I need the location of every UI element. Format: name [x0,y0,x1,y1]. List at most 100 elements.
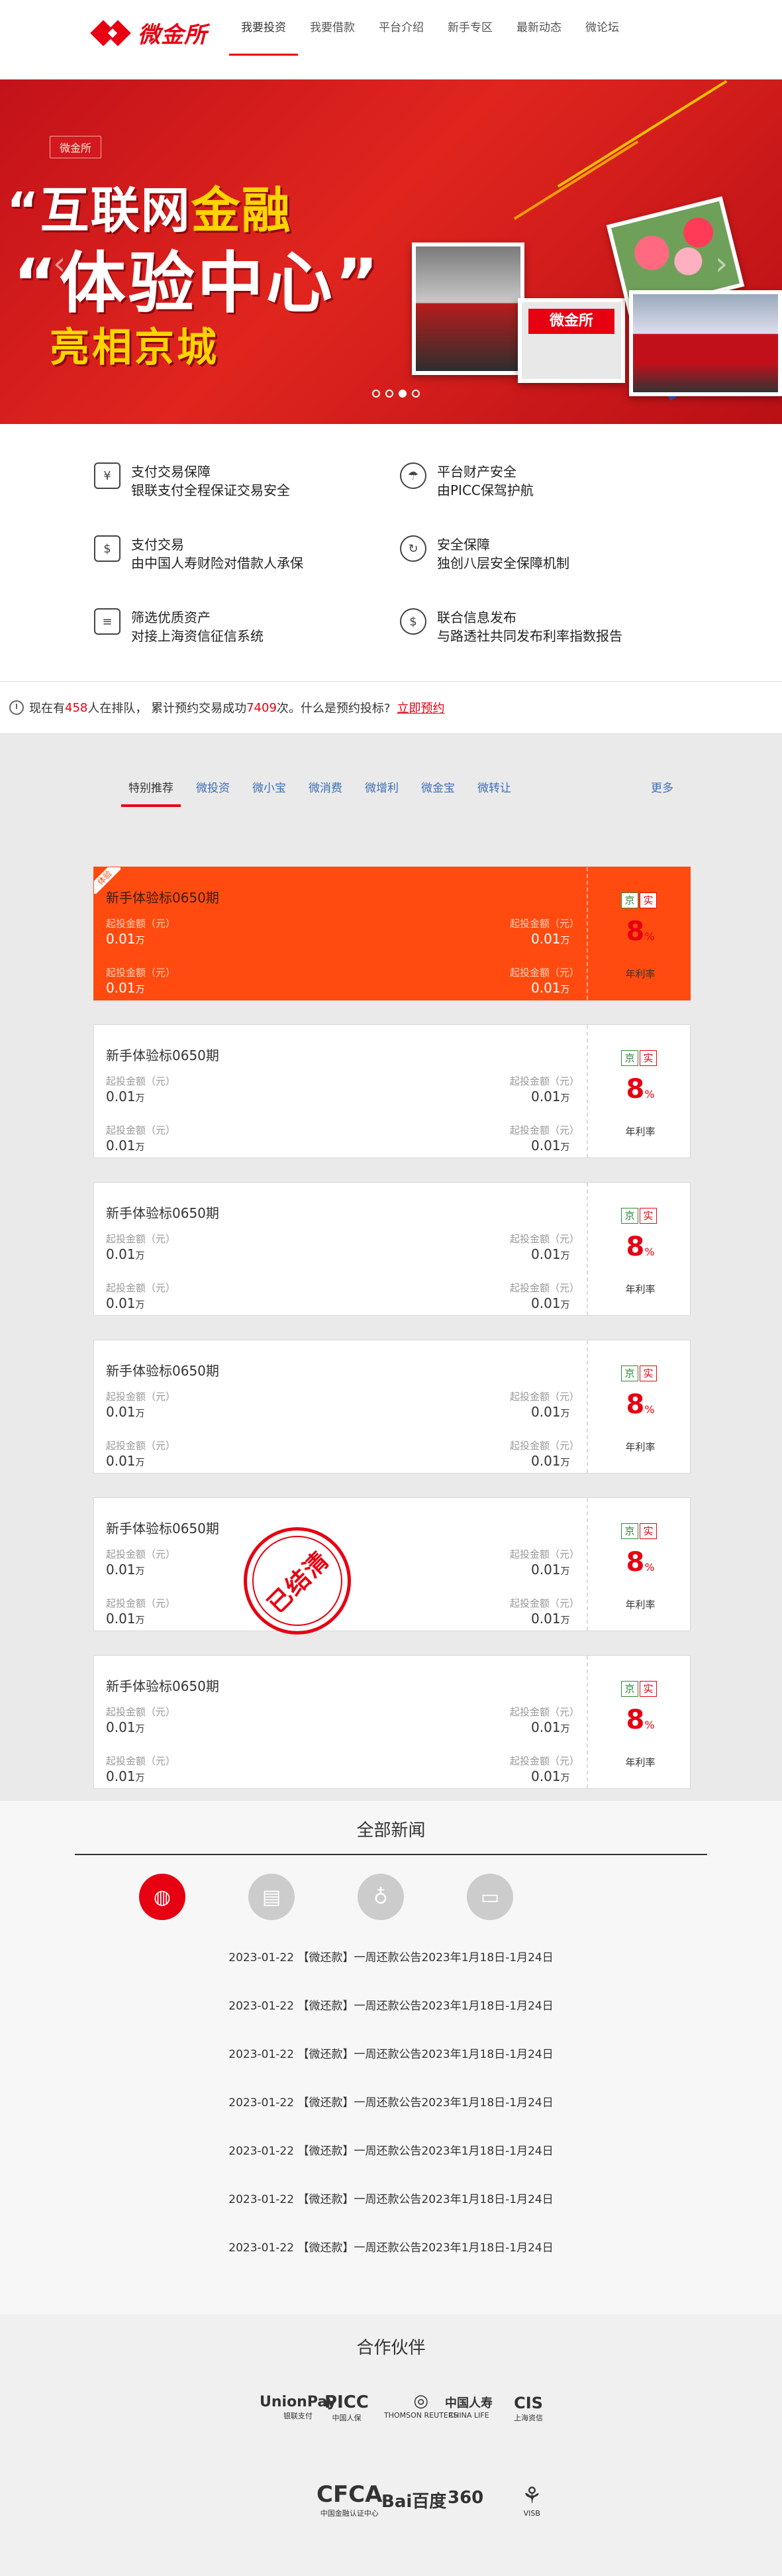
more-link[interactable]: 更多 [651,775,673,802]
product-title: 新手体验标0650期 [106,890,219,906]
globe-icon[interactable]: ◍ [139,1874,185,1920]
min-amount-label: 起投金额（元） [106,1075,176,1087]
feature-desc: 由PICC保驾护航 [437,482,534,498]
newspaper-icon[interactable]: ▤ [248,1874,295,1920]
min-amount-label: 起投金额（元） [106,1548,176,1560]
product-card-main: 新手体验标0650期 起投金额（元） 0.01万 起投金额（元） 0.01万 起投金额（元… [94,1340,588,1473]
news-item[interactable]: 2023-01-22 【微还款】一周还款公告2023年1月18日-1月24日 [0,1948,782,1964]
tab-3[interactable]: 微消费 [301,775,350,807]
annual-rate-label: 年利率 [625,1756,656,1768]
min-amount-number: 0.01 [106,1295,136,1311]
feature-text: 支付交易保障 银联支付全程保证交易安全 [131,462,290,500]
product-card[interactable]: 新手体验标0650期 起投金额（元） 0.01万 起投金额（元） 0.01万 起投金额（元… [93,1655,691,1789]
annual-rate-value: 8 [626,916,645,947]
product-card[interactable]: 体验 新手体验标0650期 起投金额（元） 0.01万 起投金额（元） 0.01万 起投金额… [93,867,691,1000]
min-amount-unit: 万 [135,936,145,946]
tab-4[interactable]: 微增利 [358,775,406,807]
annual-rate-unit: % [644,1719,655,1731]
tab-5[interactable]: 微金宝 [414,775,462,807]
reserve-now-link[interactable]: 立即预约 [397,699,444,716]
microphone-icon-glyph: ♁ [373,1885,388,1909]
min-amount-label: 起投金额（元） [106,1124,176,1136]
tab-6[interactable]: 微转让 [470,775,518,807]
info-dollar-icon: $ [400,608,426,635]
nav-item-2[interactable]: 平台介绍 [367,0,436,56]
annual-rate-unit: % [644,930,655,943]
tab-2[interactable]: 微小宝 [245,775,293,807]
min-amount-unit: 万 [560,1566,570,1577]
min-amount-unit: 万 [135,1409,145,1419]
min-amount-number: 0.01 [531,1404,561,1420]
banner-prev-arrow[interactable]: ‹ [53,245,66,282]
product-card[interactable]: 新手体验标0650期 起投金额（元） 0.01万 起投金额（元） 0.01万 起投金额（元… [93,1340,691,1474]
partners-section: 合作伙伴 UnionPay 银联支付 PICC 中国人保 ◎ THOMSON REUTER… [0,2314,782,2576]
queue-bar: 现在有 458 人在排队， 累计预约交易成功 7409 次。什么是预约投标? 立… [0,681,782,734]
tab-0[interactable]: 特别推荐 [121,775,181,807]
annual-rate: 8% [591,1547,690,1578]
settled-stamp: 已结清 [244,1527,351,1635]
news-title: 全部新闻 [356,1821,426,1841]
partner-logo-sub: 中国金融认证中心 [320,2509,379,2518]
min-amount-value: 0.01万 [106,1768,145,1784]
min-amount-label: 起投金额（元） [106,1706,176,1718]
partner-logo[interactable]: PICC 中国人保 [324,2392,369,2423]
nav-item-3[interactable]: 新手专区 [436,0,505,56]
news-item[interactable]: 2023-01-22 【微还款】一周还款公告2023年1月18日-1月24日 [0,2045,782,2061]
min-amount-value: 0.01万 [106,1719,145,1735]
annual-rate-value: 8 [626,1074,645,1104]
min-amount-value: 0.01万 [106,1246,145,1262]
nav-item-4[interactable]: 最新动态 [505,0,573,56]
nav-item-5[interactable]: 微论坛 [573,0,631,56]
nav-item-1[interactable]: 我要借款 [298,0,367,56]
news-text: 【微还款】一周还款公告2023年1月18日-1月24日 [297,2241,554,2255]
news-item[interactable]: 2023-01-22 【微还款】一周还款公告2023年1月18日-1月24日 [0,2238,782,2255]
news-item[interactable]: 2023-01-22 【微还款】一周还款公告2023年1月18日-1月24日 [0,1996,782,2013]
banner-dot-3[interactable] [412,390,420,398]
partner-logo[interactable]: ⚘ VISB [522,2483,542,2518]
annual-rate-unit: % [644,1403,655,1416]
min-amount-value: 0.01万 [531,931,570,947]
nav-item-0[interactable]: 我要投资 [229,0,298,56]
product-card[interactable]: 新手体验标0650期 起投金额（元） 0.01万 起投金额（元） 0.01万 起投金额（元… [93,1024,691,1158]
monitor-icon[interactable]: ▭ [467,1874,513,1920]
news-item[interactable]: 2023-01-22 【微还款】一周还款公告2023年1月18日-1月24日 [0,2093,782,2110]
partner-logo[interactable]: Bai百度 [381,2488,446,2512]
news-item[interactable]: 2023-01-22 【微还款】一周还款公告2023年1月18日-1月24日 [0,2190,782,2206]
microphone-icon[interactable]: ♁ [358,1874,404,1920]
product-card[interactable]: 新手体验标0650期 起投金额（元） 0.01万 起投金额（元） 0.01万 起投金额（元… [93,1182,691,1316]
banner-signboard-logo: 微金所 [528,309,614,334]
tab-1[interactable]: 微投资 [189,775,237,807]
min-amount-value: 0.01万 [531,1719,570,1735]
banner-dot-2[interactable] [399,390,407,398]
tag-shi: 实 [640,1208,657,1224]
news-item[interactable]: 2023-01-22 【微还款】一周还款公告2023年1月18日-1月24日 [0,2141,782,2158]
tag-jing: 京 [621,1681,638,1697]
hero-banner[interactable]: 微金所 “互联网金融 “体验中心” 亮相京城 微金所 ‹ › [0,80,782,424]
product-card-main: 新手体验标0650期 起投金额（元） 0.01万 起投金额（元） 0.01万 起投金额（元… [94,1498,588,1635]
min-amount-number: 0.01 [531,1562,561,1578]
min-amount-label: 起投金额（元） [510,1755,580,1767]
logo-mark-icon [90,19,131,48]
site-logo[interactable]: 微金所 [90,17,207,49]
news-date: 2023-01-22 [228,2241,295,2255]
min-amount-unit: 万 [135,1300,145,1311]
product-card[interactable]: 新手体验标0650期 起投金额（元） 0.01万 起投金额（元） 0.01万 起投金额（元… [93,1497,691,1635]
annual-rate: 8% [591,916,690,947]
min-amount-label: 起投金额（元） [510,967,580,979]
queue-success-count: 7409 [246,700,277,715]
banner-dot-1[interactable] [385,390,393,398]
min-amount-label: 起投金额（元） [510,1440,580,1452]
partner-logo-name: 360 [448,2488,484,2508]
umbrella-icon: ☂ [400,462,426,489]
feature-text: 筛选优质资产 对接上海资信征信系统 [131,608,264,645]
banner-next-arrow[interactable]: › [715,245,728,282]
newspaper-icon-glyph: ▤ [262,1885,281,1909]
partner-logo[interactable]: 360 [448,2488,483,2508]
partner-logo[interactable]: CFCA 中国金融认证中心 [317,2481,382,2518]
banner-dot-0[interactable] [372,390,380,398]
annual-rate-value: 8 [626,1389,645,1420]
min-amount-number: 0.01 [106,1404,136,1420]
partner-logo[interactable]: 中国人寿 CHINA LIFE [445,2394,493,2420]
queue-post: 次。什么是预约投标? [276,702,391,716]
partner-logo[interactable]: CIS 上海资信 [514,2394,543,2423]
